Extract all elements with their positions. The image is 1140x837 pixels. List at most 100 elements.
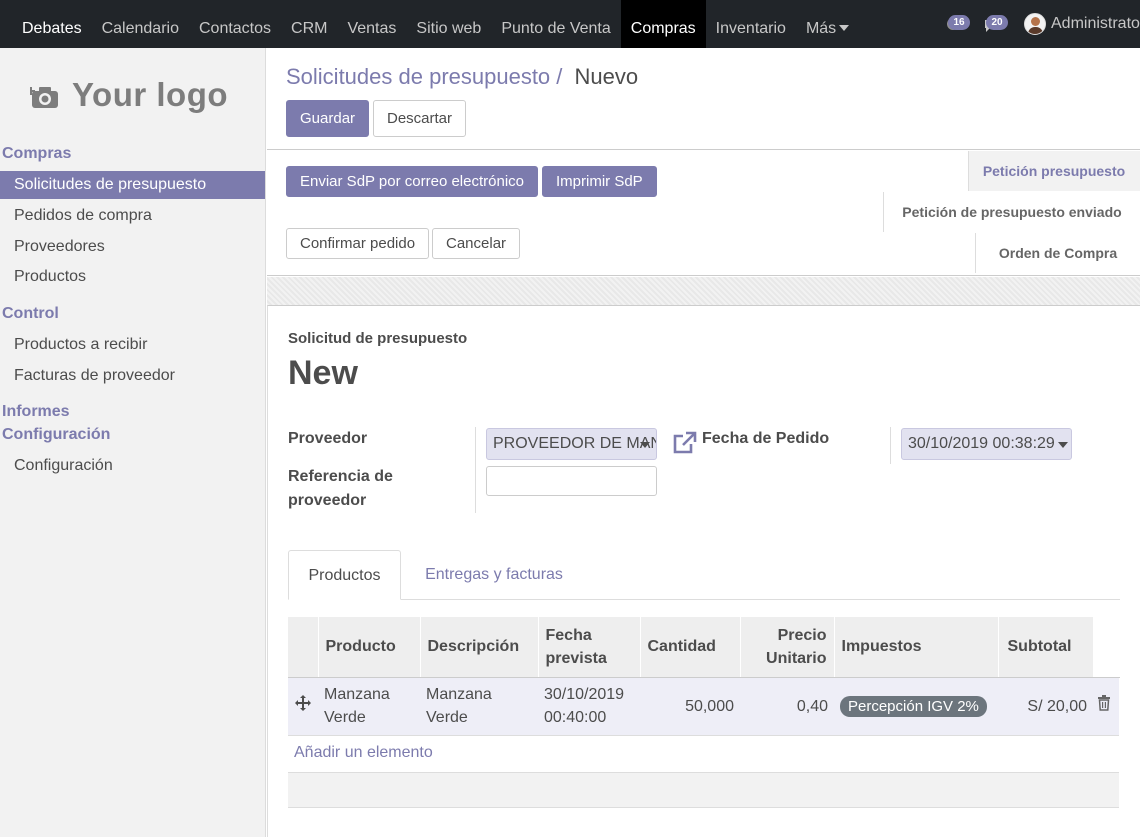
send-rfq-email-button[interactable]: Enviar SdP por correo electrónico	[286, 166, 539, 197]
user-menu[interactable]: Administrator	[1024, 0, 1140, 48]
chevron-down-icon	[1058, 442, 1068, 448]
confirm-order-button[interactable]: Confirmar pedido	[286, 228, 430, 259]
menu-mas-label: Más	[805, 20, 837, 37]
breadcrumb-separator: /	[556, 64, 563, 89]
stage-divider	[975, 233, 976, 273]
sidebar-section-compras[interactable]: Compras	[2, 145, 71, 163]
col-header-price[interactable]: Precio Unitario	[740, 617, 835, 678]
handle-column-header	[288, 617, 319, 678]
notebook-tabs: Productos Entregas y facturas	[288, 550, 1120, 600]
menu-ventas[interactable]: Ventas	[337, 0, 406, 48]
form-background	[267, 277, 1140, 305]
vendor-select[interactable]: PROVEEDOR DE MANZANAS	[486, 428, 657, 460]
cell-date[interactable]: 30/10/2019 00:40:00	[538, 677, 640, 736]
menu-inventario[interactable]: Inventario	[706, 0, 796, 48]
table-header-row: Producto Descripción Fecha prevista Canti…	[288, 617, 1120, 678]
cancel-button[interactable]: Cancelar	[432, 228, 521, 259]
form-sheet: Solicitud de presupuesto New Proveedor P…	[267, 305, 1140, 837]
cell-price[interactable]: 0,40	[740, 677, 834, 736]
sidebar-section-informes[interactable]: Informes	[2, 403, 70, 421]
cell-date-line1: 30/10/2019	[544, 686, 625, 703]
sidebar-item-configuracion[interactable]: Configuración	[0, 452, 265, 480]
stage-rfq-sent[interactable]: Petición de presupuesto enviado	[884, 192, 1140, 232]
trash-column-header	[1093, 617, 1120, 678]
field-divider	[890, 427, 891, 464]
doc-type-label: Solicitud de presupuesto	[288, 330, 468, 347]
vendor-ref-label: Referencia de	[288, 468, 393, 485]
order-lines-table: Producto Descripción Fecha prevista Canti…	[288, 617, 1120, 736]
page-title: New	[288, 354, 358, 392]
app-menu: Debates Calendario Contactos CRM Ventas …	[12, 0, 859, 48]
caret-down-icon	[839, 24, 850, 31]
tab-entregas-facturas[interactable]: Entregas y facturas	[414, 550, 574, 600]
sidebar-item-pedidos[interactable]: Pedidos de compra	[0, 202, 265, 230]
menu-contactos[interactable]: Contactos	[189, 0, 281, 48]
sidebar-item-solicitudes[interactable]: Solicitudes de presupuesto	[0, 171, 265, 199]
cell-taxes[interactable]: Percepción IGV 2%	[834, 677, 998, 736]
col-header-price-line2: Unitario	[766, 649, 827, 667]
cell-description-line2: Verde	[426, 709, 468, 726]
cell-description[interactable]: Manzana Verde	[420, 677, 538, 736]
order-date-field[interactable]: 30/10/2019 00:38:29	[901, 428, 1072, 460]
menu-compras[interactable]: Compras	[620, 0, 706, 48]
table-row[interactable]: Manzana Verde Manzana Verde 30/10/2019 00:4…	[288, 677, 1119, 736]
messages-count-badge: 20	[986, 14, 1008, 30]
external-link-icon[interactable]	[672, 431, 698, 455]
col-header-description[interactable]: Descripción	[420, 617, 539, 678]
stage-rfq[interactable]: Petición presupuesto	[968, 151, 1140, 191]
sidebar-item-proveedores[interactable]: Proveedores	[0, 233, 265, 261]
form-header: Enviar SdP por correo electrónico Imprim…	[267, 151, 1140, 276]
breadcrumb-parent[interactable]: Solicitudes de presupuesto	[286, 64, 550, 89]
col-header-taxes[interactable]: Impuestos	[834, 617, 999, 678]
messaging-menu[interactable]: 20	[984, 0, 1008, 48]
menu-punto-de-venta[interactable]: Punto de Venta	[491, 0, 620, 48]
vendor-ref-input[interactable]	[486, 466, 657, 496]
tax-badge: Percepción IGV 2%	[840, 695, 987, 717]
sidebar-item-facturas-proveedor[interactable]: Facturas de proveedor	[0, 362, 265, 390]
col-header-qty[interactable]: Cantidad	[640, 617, 741, 678]
empty-row	[288, 772, 1119, 808]
tab-productos[interactable]: Productos	[288, 550, 401, 600]
menu-debates[interactable]: Debates	[12, 0, 92, 48]
discard-button[interactable]: Descartar	[373, 100, 467, 137]
top-navbar: Debates Calendario Contactos CRM Ventas …	[0, 0, 1140, 48]
sidebar-item-productos-a-recibir[interactable]: Productos a recibir	[0, 331, 265, 359]
save-button[interactable]: Guardar	[286, 100, 370, 137]
add-line-link[interactable]: Añadir un elemento	[294, 744, 433, 762]
col-header-product[interactable]: Producto	[318, 617, 421, 678]
sidebar-section-configuracion[interactable]: Configuración	[2, 426, 110, 444]
control-panel: Solicitudes de presupuesto / Nuevo Guard…	[267, 48, 1140, 150]
activity-menu[interactable]: 16	[946, 0, 970, 48]
company-logo[interactable]: Your logo	[16, 66, 240, 126]
drag-handle[interactable]	[288, 677, 318, 736]
vendor-ref-label-cont: proveedor	[288, 492, 367, 509]
camera-icon	[30, 87, 58, 108]
cell-description-line1: Manzana	[426, 686, 492, 703]
stage-purchase-order[interactable]: Orden de Compra	[976, 233, 1140, 273]
move-icon	[295, 694, 311, 711]
stage-divider	[883, 192, 884, 232]
menu-calendario[interactable]: Calendario	[92, 0, 189, 48]
col-header-date-line1: Fecha	[545, 626, 592, 644]
menu-sitio-web[interactable]: Sitio web	[406, 0, 491, 48]
sidebar-item-productos[interactable]: Productos	[0, 263, 265, 291]
sidebar-section-control[interactable]: Control	[2, 305, 59, 323]
col-header-date[interactable]: Fecha prevista	[538, 617, 641, 678]
print-rfq-button[interactable]: Imprimir SdP	[542, 166, 657, 197]
menu-mas[interactable]: Más	[796, 0, 859, 48]
user-name: Administrator	[1051, 15, 1140, 32]
menu-crm[interactable]: CRM	[281, 0, 337, 48]
sidebar: Your logo Compras Solicitudes de presupu…	[0, 48, 266, 837]
delete-line-button[interactable]	[1093, 677, 1119, 736]
vendor-value: PROVEEDOR DE MANZANAS	[493, 435, 656, 452]
col-header-date-line2: prevista	[545, 649, 607, 667]
cell-product[interactable]: Manzana Verde	[318, 677, 420, 736]
breadcrumb: Solicitudes de presupuesto / Nuevo	[286, 64, 638, 90]
cell-date-line2: 00:40:00	[544, 709, 607, 726]
col-header-subtotal[interactable]: Subtotal	[998, 617, 1094, 678]
breadcrumb-current: Nuevo	[574, 64, 639, 89]
vendor-label: Proveedor	[288, 430, 368, 447]
field-divider	[475, 427, 476, 513]
cell-qty[interactable]: 50,000	[640, 677, 740, 736]
cell-product-line1: Manzana	[324, 686, 390, 703]
